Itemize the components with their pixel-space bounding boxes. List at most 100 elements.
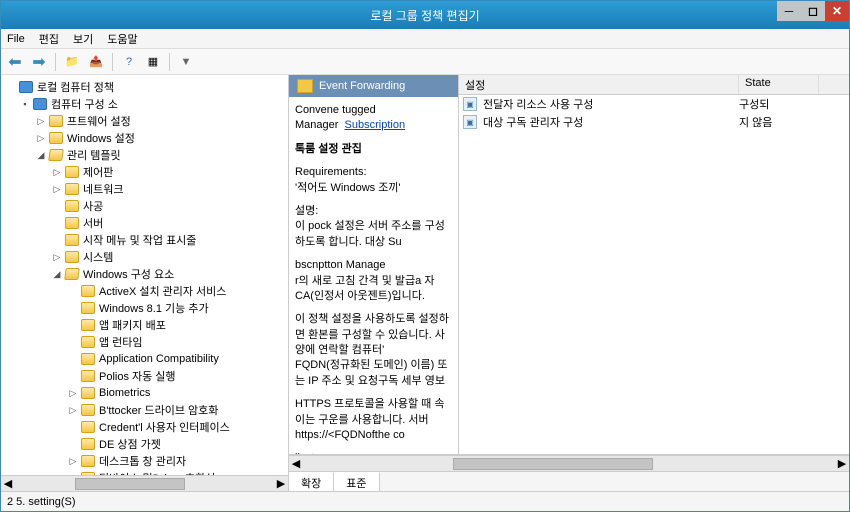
minimize-button[interactable]: ─ — [777, 1, 801, 21]
view-tabs: 확장 표준 — [289, 471, 849, 491]
folder-icon — [81, 421, 95, 433]
folder-icon — [49, 115, 63, 127]
folder-icon — [65, 217, 79, 229]
tree-node[interactable]: Credent'l 사용자 인터페이스 — [3, 419, 286, 435]
tree-node[interactable]: ActiveX 설치 관리자 서비스 — [3, 283, 286, 299]
list-item[interactable]: ▣대상 구독 관리자 구성지 않음 — [459, 113, 849, 131]
nav-back-icon[interactable]: ⬅ — [5, 52, 25, 72]
folder-icon — [297, 79, 313, 93]
folder-icon — [81, 404, 95, 416]
folder-icon — [81, 285, 95, 297]
folder-icon — [64, 268, 80, 280]
folder-icon — [65, 251, 79, 263]
expander-icon[interactable]: ▷ — [35, 116, 47, 127]
tree-node[interactable]: 앱 런타임 — [3, 334, 286, 350]
folder-icon — [81, 387, 95, 399]
expander-icon[interactable]: ◢ — [51, 269, 63, 280]
col-state[interactable]: State — [739, 75, 819, 94]
req-label: Requirements: — [295, 165, 452, 180]
menu-view[interactable]: 보기 — [73, 31, 93, 47]
desc-text-3: r의 새로 고침 간격 및 발급a 자 CA(인정서 아웃젠트)입니다. — [295, 274, 452, 305]
expander-icon[interactable]: ▷ — [51, 184, 63, 195]
menubar: File 편집 보기 도움말 — [1, 29, 849, 49]
tree-node[interactable]: ▷시스템 — [3, 249, 286, 265]
tab-extended[interactable]: 확장 — [289, 472, 334, 491]
tree-node[interactable]: Application Compatibility — [3, 351, 286, 367]
setting-icon: ▣ — [463, 115, 477, 129]
tree-node[interactable]: ▷Windows 설정 — [3, 130, 286, 146]
folder-icon — [81, 370, 95, 382]
folder-icon — [49, 132, 63, 144]
tree-node[interactable]: ▷B'ttocker 드라이브 암호화 — [3, 402, 286, 418]
subscription-link[interactable]: Subscription — [345, 119, 406, 131]
folder-icon — [65, 183, 79, 195]
help-icon[interactable]: ? — [119, 52, 139, 72]
tree-node[interactable]: 앱 패키지 배포 — [3, 317, 286, 333]
folder-icon — [81, 353, 95, 365]
properties-icon[interactable]: ▦ — [143, 52, 163, 72]
folder-icon — [81, 302, 95, 314]
details-title: Event Forwarding — [319, 80, 405, 92]
expander-icon[interactable]: ▪ — [19, 99, 31, 109]
desc-label: 설명: — [295, 204, 452, 219]
tree-node[interactable]: 사공 — [3, 198, 286, 214]
expander-icon[interactable]: ▷ — [51, 167, 63, 178]
desc-text-6: HTTPS 프로토콜을 사용할 때 속이는 구운를 사용합니다. 서버 http… — [295, 397, 452, 443]
folder-icon — [81, 455, 95, 467]
expander-icon[interactable]: ▷ — [51, 252, 63, 263]
toolbar: ⬅ ➡ 📁 📤 ? ▦ ▼ — [1, 49, 849, 75]
tree-node[interactable]: ▷프트웨어 설정 — [3, 113, 286, 129]
expander-icon[interactable]: ▷ — [67, 405, 79, 416]
titlebar: 로컬 그룹 정책 편집기 ─ ◻ ✕ — [1, 1, 849, 29]
menu-edit[interactable]: 편집 — [39, 31, 59, 47]
tree-node[interactable]: Polios 자동 실행 — [3, 368, 286, 384]
filter-icon[interactable]: ▼ — [176, 52, 196, 72]
tree-node[interactable]: ◢관리 템플릿 — [3, 147, 286, 163]
window-title: 로컬 그룹 정책 편집기 — [1, 7, 849, 24]
desc-text-1: 이 pock 설정은 서버 주소를 구성하도록 합니다. 대상 Su — [295, 219, 452, 250]
expander-icon[interactable]: ▷ — [67, 456, 79, 467]
tree-hscrollbar[interactable]: ◀ ▶ — [1, 475, 288, 491]
menu-file[interactable]: File — [7, 33, 25, 45]
tab-standard[interactable]: 표준 — [334, 472, 379, 491]
expander-icon[interactable]: ◢ — [35, 150, 47, 161]
tree-node[interactable]: ▷데스크톱 창 관리자 — [3, 453, 286, 469]
expander-icon[interactable]: ▷ — [35, 133, 47, 144]
tree-node[interactable]: 서버 — [3, 215, 286, 231]
close-button[interactable]: ✕ — [825, 1, 849, 21]
tree-node[interactable]: ▷제어판 — [3, 164, 286, 180]
policy-icon — [19, 81, 33, 93]
req-text: '적어도 Windows 조끼' — [295, 181, 452, 196]
folder-icon — [33, 98, 47, 110]
desc-text-2: bscnptton Manage — [295, 258, 452, 273]
tree-node[interactable]: ▷Biometrics — [3, 385, 286, 401]
folder-icon — [65, 234, 79, 246]
export-icon[interactable]: 📤 — [86, 52, 106, 72]
setting-icon: ▣ — [463, 97, 477, 111]
details-header: Event Forwarding — [289, 75, 458, 97]
status-text: 2 5. setting(S) — [7, 496, 75, 508]
desc-text-7: llector : woman onManager/WEC,Refresh=<참… — [295, 451, 452, 454]
list-item[interactable]: ▣전달자 리소스 사용 구성구성되 — [459, 95, 849, 113]
nav-forward-icon[interactable]: ➡ — [29, 52, 49, 72]
status-bar: 2 5. setting(S) — [1, 491, 849, 511]
tree-panel[interactable]: 로컬 컴퓨터 정책▪컴퓨터 구성 소▷프트웨어 설정▷Windows 설정◢관리… — [1, 75, 289, 491]
tree-root-node[interactable]: 로컬 컴퓨터 정책 — [3, 79, 286, 95]
tree-node[interactable]: ◢Windows 구성 요소 — [3, 266, 286, 282]
tree-node[interactable]: ▷네트워크 — [3, 181, 286, 197]
tree-node[interactable]: DE 상점 가젯 — [3, 436, 286, 452]
expander-icon[interactable]: ▷ — [67, 388, 79, 399]
tree-node[interactable]: 시작 메뉴 및 작업 표시줄 — [3, 232, 286, 248]
folder-icon — [81, 438, 95, 450]
folder-icon — [81, 319, 95, 331]
col-name[interactable]: 설정 — [459, 75, 739, 94]
folder-icon — [81, 336, 95, 348]
maximize-button[interactable]: ◻ — [801, 1, 825, 21]
tree-node[interactable]: ▪컴퓨터 구성 소 — [3, 96, 286, 112]
menu-help[interactable]: 도움말 — [107, 31, 137, 47]
tree-node[interactable]: Windows 8.1 기능 추가 — [3, 300, 286, 316]
folder-up-icon[interactable]: 📁 — [62, 52, 82, 72]
desc-text-4: 이 정책 설정을 사용하도록 설정하면 환본를 구성할 수 있습니다. 사양에 … — [295, 312, 452, 358]
list-hscrollbar[interactable]: ◀ ▶ — [289, 455, 849, 471]
desc-section-a: 톡룸 설정 관집 — [295, 143, 362, 155]
